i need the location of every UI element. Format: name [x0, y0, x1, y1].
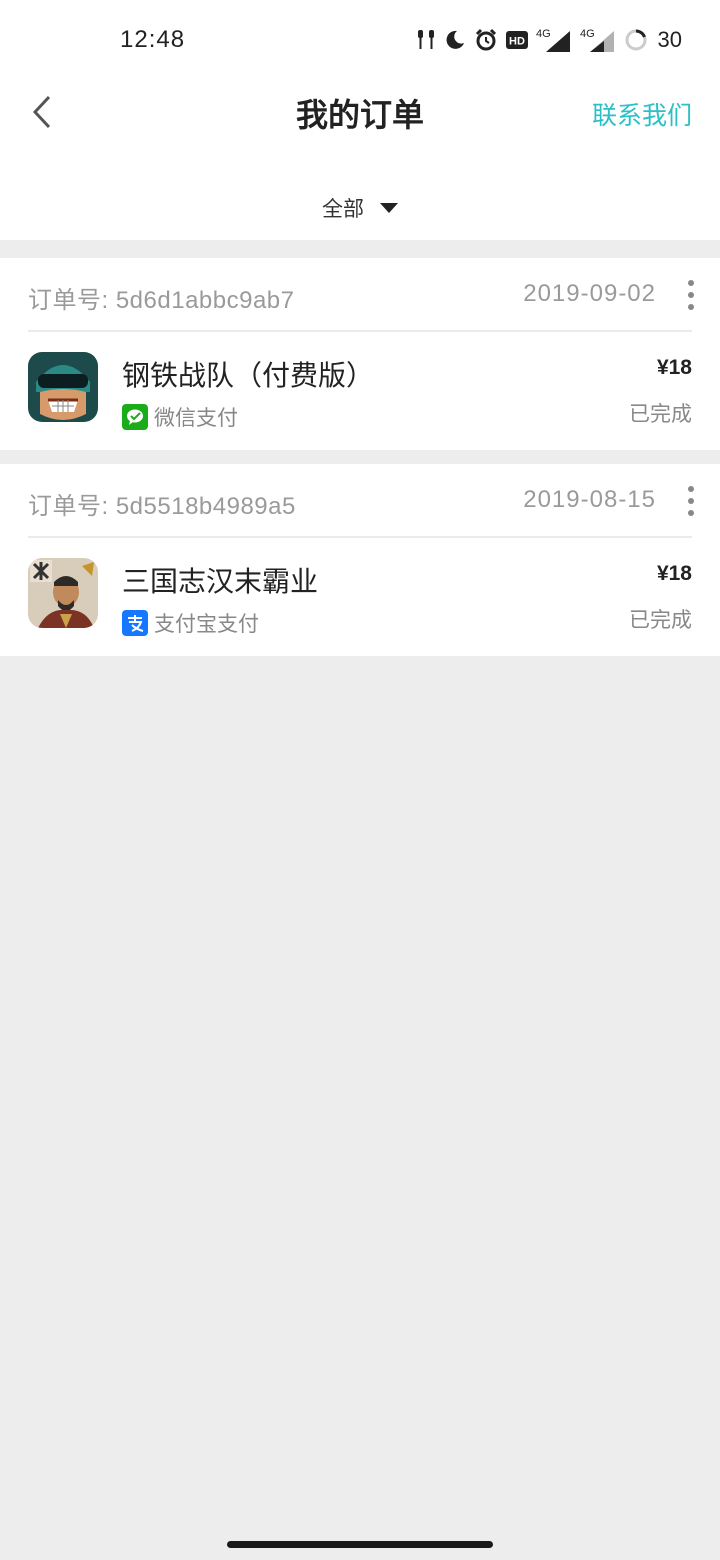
app-name[interactable]: 三国志汉末霸业	[122, 560, 318, 600]
order-date: 2019-08-15	[523, 486, 656, 513]
svg-text:4G: 4G	[536, 28, 551, 40]
alarm-icon	[474, 28, 498, 52]
order-filter-dropdown[interactable]: 全部	[0, 188, 720, 228]
svg-text:HD: HD	[509, 36, 525, 48]
hd-icon: HD	[505, 31, 528, 49]
battery-level: 30	[657, 27, 682, 52]
more-options-button[interactable]	[684, 486, 698, 516]
moon-icon	[444, 29, 466, 51]
status-time: 12:48	[120, 26, 186, 53]
order-card[interactable]: 订单号: 5d5518b4989a5 2019-08-15 三国志汉末霸业 支付…	[0, 464, 720, 656]
filter-label: 全部	[322, 197, 364, 221]
svg-text:4G: 4G	[580, 28, 595, 40]
page-header: 我的订单 联系我们 全部	[0, 80, 720, 240]
order-date: 2019-09-02	[523, 280, 656, 307]
order-header: 订单号: 5d6d1abbc9ab7 2019-09-02	[28, 258, 694, 332]
alipay-icon	[122, 610, 148, 636]
status-icons: HD 4G 4G 30	[416, 24, 682, 56]
contact-us-link[interactable]: 联系我们	[592, 96, 692, 132]
order-status: 已完成	[629, 402, 692, 426]
4g-signal-icon: 4G	[580, 27, 616, 53]
order-number: 订单号: 5d5518b4989a5	[28, 493, 296, 520]
payment-label: 支付宝支付	[154, 612, 259, 636]
app-icon[interactable]	[28, 352, 98, 422]
home-indicator[interactable]	[227, 1541, 493, 1548]
battery-ring-icon	[624, 28, 648, 52]
order-price: ¥18	[656, 356, 692, 379]
payment-label: 微信支付	[154, 406, 238, 430]
payment-method: 微信支付	[122, 402, 238, 432]
app-name[interactable]: 钢铁战队（付费版）	[122, 354, 374, 394]
status-bar: 12:48 HD 4G 4G 30	[0, 0, 720, 80]
app-icon[interactable]	[28, 558, 98, 628]
4g-signal-icon: 4G	[536, 27, 572, 53]
caret-down-icon	[380, 203, 398, 213]
order-header: 订单号: 5d5518b4989a5 2019-08-15	[28, 464, 694, 538]
order-price: ¥18	[656, 562, 692, 585]
more-options-button[interactable]	[684, 280, 698, 310]
order-status: 已完成	[629, 608, 692, 632]
order-number: 订单号: 5d6d1abbc9ab7	[28, 287, 295, 314]
wechat-pay-icon	[122, 404, 148, 430]
earbuds-icon	[416, 28, 436, 52]
order-card[interactable]: 订单号: 5d6d1abbc9ab7 2019-09-02 钢铁战队（付费版） …	[0, 258, 720, 450]
payment-method: 支付宝支付	[122, 608, 259, 638]
